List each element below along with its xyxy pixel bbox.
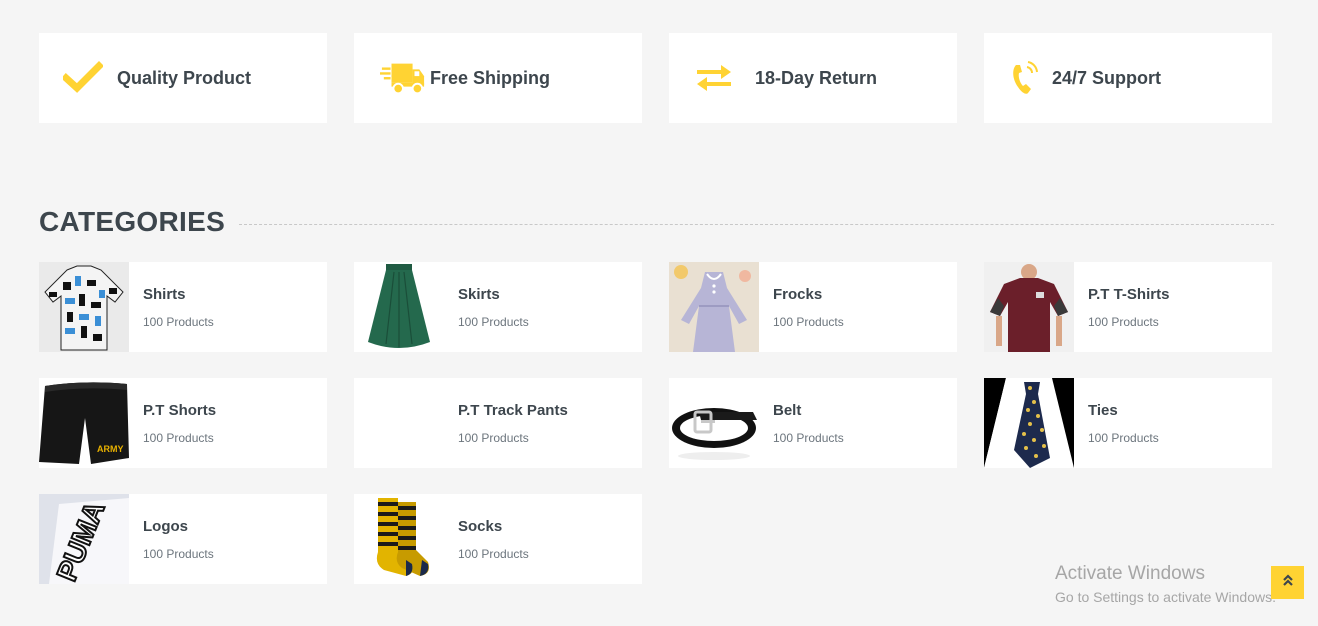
category-card-pt-shorts[interactable]: ARMY P.T Shorts 100 Products: [39, 378, 327, 468]
category-count: 100 Products: [143, 430, 214, 445]
category-name[interactable]: P.T T-Shirts: [1088, 286, 1169, 303]
category-image-socks: [354, 494, 444, 584]
category-name[interactable]: Ties: [1088, 402, 1159, 419]
category-info: Frocks 100 Products: [759, 262, 844, 352]
category-image-frocks: [669, 262, 759, 352]
category-card-logos[interactable]: PUMA Logos 100 Products: [39, 494, 327, 584]
category-info: Socks 100 Products: [444, 494, 529, 584]
feature-free-shipping: Free Shipping: [354, 33, 642, 123]
feature-24-7-support: 24/7 Support: [984, 33, 1272, 123]
category-card-skirts[interactable]: Skirts 100 Products: [354, 262, 642, 352]
feature-label: 24/7 Support: [1052, 67, 1162, 88]
category-image-ties: [984, 378, 1074, 468]
category-count: 100 Products: [458, 430, 529, 445]
category-info: Shirts 100 Products: [129, 262, 214, 352]
category-image-pt-shorts: ARMY: [39, 378, 129, 468]
category-image-pt-tshirts: [984, 262, 1074, 352]
category-image-belt: [669, 378, 759, 468]
features-bar: Quality Product Free Shipping 18-Day Ret…: [39, 33, 1274, 123]
category-grid: Shirts 100 Products Skirts 100 Products: [39, 262, 1274, 584]
category-card-shirts[interactable]: Shirts 100 Products: [39, 262, 327, 352]
category-image-pt-track-pants: [354, 378, 444, 468]
activate-windows-watermark: Activate Windows Go to Settings to activ…: [1055, 563, 1276, 605]
category-name[interactable]: P.T Shorts: [143, 402, 216, 419]
feature-label: Quality Product: [117, 67, 252, 88]
category-count: 100 Products: [143, 546, 214, 561]
feature-18-day-return: 18-Day Return: [669, 33, 957, 123]
category-name[interactable]: Socks: [458, 518, 529, 535]
category-name[interactable]: Logos: [143, 518, 214, 535]
category-count: 100 Products: [773, 314, 844, 329]
category-name[interactable]: P.T Track Pants: [458, 402, 568, 419]
category-info: Logos 100 Products: [129, 494, 214, 584]
exchange-icon: [695, 58, 741, 98]
check-icon: [63, 58, 109, 98]
back-to-top-button[interactable]: [1271, 566, 1304, 599]
category-name[interactable]: Shirts: [143, 286, 214, 303]
category-info: Ties 100 Products: [1074, 378, 1159, 468]
watermark-title: Activate Windows: [1055, 563, 1205, 584]
feature-label: Free Shipping: [430, 67, 551, 88]
double-chevron-up-icon: [1282, 573, 1294, 592]
category-card-frocks[interactable]: Frocks 100 Products: [669, 262, 957, 352]
feature-quality-product: Quality Product: [39, 33, 327, 123]
category-name[interactable]: Belt: [773, 402, 844, 419]
truck-icon: [380, 58, 426, 98]
category-card-ties[interactable]: Ties 100 Products: [984, 378, 1272, 468]
category-count: 100 Products: [143, 314, 214, 329]
category-image-logos: PUMA: [39, 494, 129, 584]
feature-label: 18-Day Return: [755, 67, 878, 88]
category-info: Skirts 100 Products: [444, 262, 529, 352]
category-info: P.T Track Pants 100 Products: [444, 378, 568, 468]
shorts-print: ARMY: [97, 444, 124, 454]
category-info: P.T T-Shirts 100 Products: [1074, 262, 1169, 352]
category-card-pt-tshirts[interactable]: P.T T-Shirts 100 Products: [984, 262, 1272, 352]
category-name[interactable]: Frocks: [773, 286, 844, 303]
category-info: P.T Shorts 100 Products: [129, 378, 216, 468]
section-title: CATEGORIES: [39, 206, 226, 237]
category-image-skirts: [354, 262, 444, 352]
category-count: 100 Products: [773, 430, 844, 445]
category-count: 100 Products: [458, 314, 529, 329]
section-divider: [239, 223, 1274, 225]
phone-icon: [1010, 58, 1040, 98]
categories-heading: CATEGORIES: [39, 206, 1274, 238]
category-count: 100 Products: [1088, 314, 1159, 329]
watermark-subtitle: Go to Settings to activate Windows.: [1055, 589, 1276, 605]
category-count: 100 Products: [458, 546, 529, 561]
category-count: 100 Products: [1088, 430, 1159, 445]
category-name[interactable]: Skirts: [458, 286, 529, 303]
category-card-belt[interactable]: Belt 100 Products: [669, 378, 957, 468]
category-image-shirts: [39, 262, 129, 352]
category-info: Belt 100 Products: [759, 378, 844, 468]
category-card-pt-track-pants[interactable]: P.T Track Pants 100 Products: [354, 378, 642, 468]
category-card-socks[interactable]: Socks 100 Products: [354, 494, 642, 584]
